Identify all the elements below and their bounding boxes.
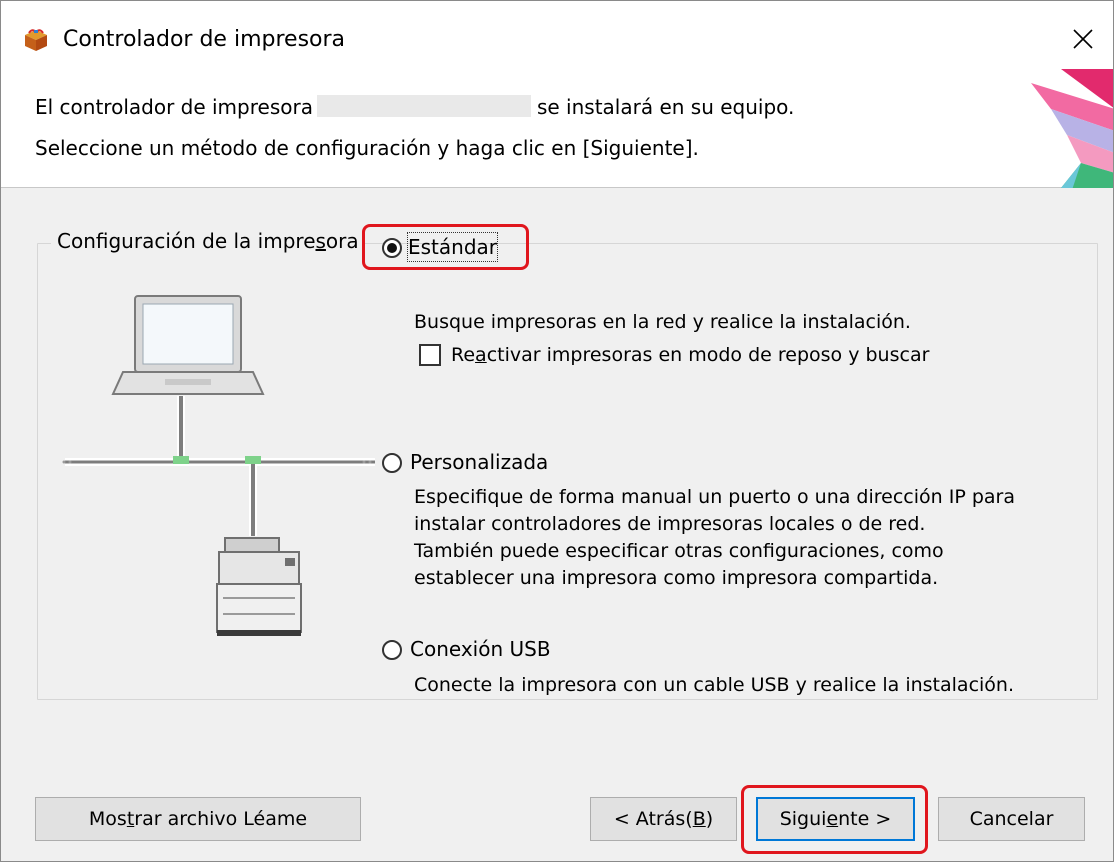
custom-description-line: instalar controladores de impresoras loc… <box>414 513 926 535</box>
custom-description-line: También puede especificar otras configur… <box>414 540 944 562</box>
usb-label[interactable]: Conexión USB <box>410 635 551 663</box>
title-bar: Controlador de impresora <box>1 1 1113 75</box>
standard-radio[interactable] <box>382 238 402 258</box>
button-label-accelerator: B <box>692 808 706 830</box>
show-readme-button[interactable]: Mos t rar archivo Léame <box>35 797 361 841</box>
button-label-part: Mos <box>88 808 127 830</box>
close-icon <box>1073 29 1093 49</box>
custom-radio[interactable] <box>382 453 402 473</box>
groupbox-title-accelerator: s <box>315 229 326 253</box>
close-button[interactable] <box>1063 19 1103 59</box>
checkbox-label-part: Re <box>451 344 476 366</box>
standard-description: Busque impresoras en la red y realice la… <box>414 311 911 333</box>
button-label-part: nte > <box>838 808 892 830</box>
back-button[interactable]: < Atrás(B) <box>590 797 737 841</box>
custom-description-line: Especifique de forma manual un puerto o … <box>414 486 1015 508</box>
checkbox-label-part: ctivar impresoras en modo de reposo y bu… <box>486 344 930 366</box>
wake-sleeping-printers-label[interactable]: Reactivar impresoras en modo de reposo y… <box>451 342 929 368</box>
button-label-part: < Atrás( <box>613 808 693 830</box>
usb-radio[interactable] <box>382 640 402 660</box>
usb-description: Conecte la impresora con un cable USB y … <box>414 674 1015 696</box>
groupbox-title-part: ora <box>325 229 359 253</box>
header-panel: El controlador de impresora se instalará … <box>1 69 1113 193</box>
checkbox-label-accelerator: a <box>475 344 487 366</box>
groupbox-title: Configuración de la impresora <box>51 227 365 255</box>
button-label-accelerator: t <box>126 808 135 830</box>
cancel-button[interactable]: Cancelar <box>938 797 1085 841</box>
header-text-before: El controlador de impresora <box>35 95 313 119</box>
button-label-accelerator: e <box>826 808 839 830</box>
custom-description-line: establecer una impresora como impresora … <box>414 567 939 589</box>
network-illustration <box>62 295 375 636</box>
printer-package-icon <box>25 29 47 51</box>
wake-sleeping-printers-checkbox[interactable] <box>419 344 441 366</box>
next-button[interactable]: Sigui e nte > <box>756 797 915 841</box>
redacted-model-name <box>316 95 531 117</box>
button-label-part: rar archivo Léame <box>134 808 308 830</box>
installer-dialog: Controlador de impresora El controlador … <box>0 0 1114 862</box>
button-label-part: ) <box>705 808 714 830</box>
window-title: Controlador de impresora <box>63 27 346 52</box>
custom-label[interactable]: Personalizada <box>410 448 548 476</box>
multifunction-printer-icon <box>216 537 302 636</box>
brand-graphic <box>1031 69 1113 193</box>
button-label-part: Sigui <box>779 808 827 830</box>
laptop-icon <box>111 295 265 395</box>
header-message: El controlador de impresora se instalará … <box>35 93 794 121</box>
content-area: Configuración de la impresora Estándar B… <box>1 188 1113 861</box>
header-text-after: se instalará en su equipo. <box>536 95 795 119</box>
groupbox-title-part: Configuración de la impre <box>57 229 316 253</box>
standard-label[interactable]: Estándar <box>406 232 499 262</box>
header-instruction: Seleccione un método de configuración y … <box>35 136 699 160</box>
